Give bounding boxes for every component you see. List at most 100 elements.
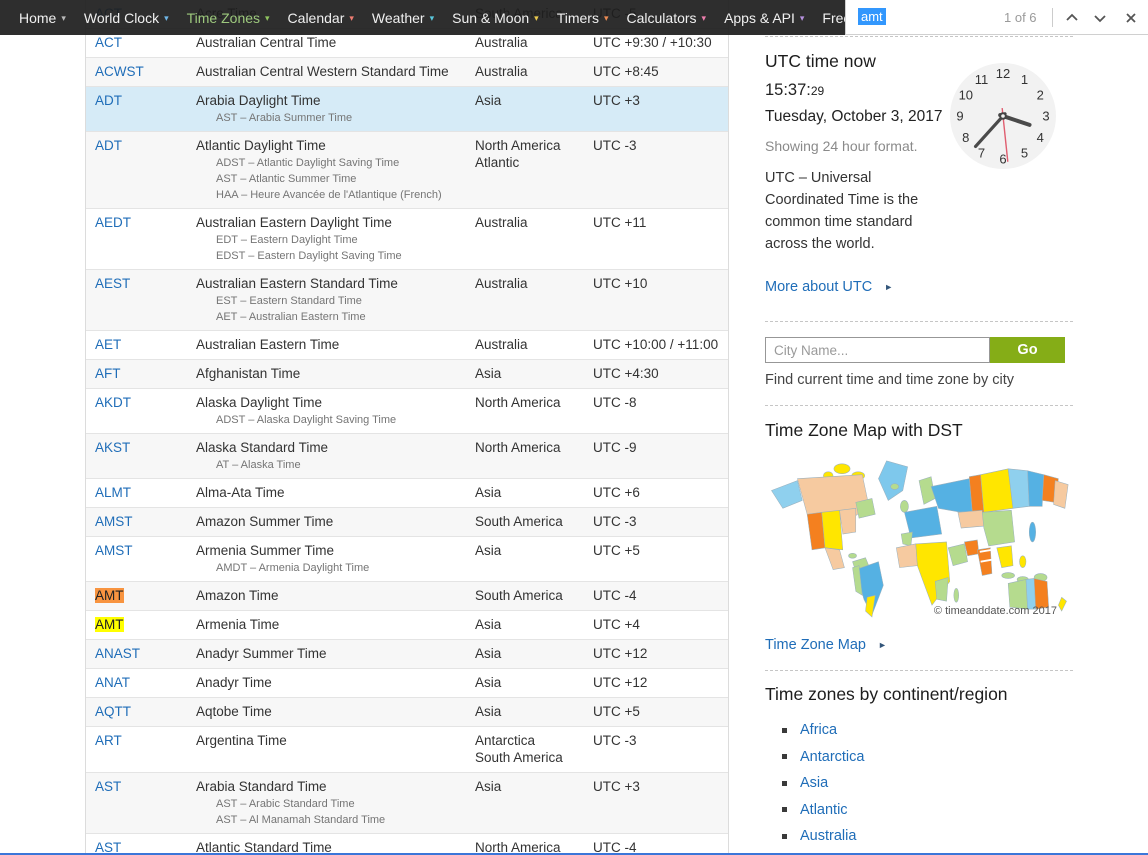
region-link-atlantic[interactable]: Atlantic — [800, 802, 848, 818]
tz-name: Amazon Summer Time — [196, 514, 334, 529]
table-row: ALMT Alma-Ata Time Asia UTC +6 — [86, 479, 728, 508]
bullet-icon — [782, 727, 787, 733]
tz-offset: UTC +12 — [593, 675, 648, 690]
region-link-asia[interactable]: Asia — [800, 775, 828, 791]
tz-abbr-cell: ACT — [86, 34, 196, 51]
region-link-antarctica[interactable]: Antarctica — [800, 749, 864, 765]
svg-text:4: 4 — [1037, 130, 1044, 145]
clock-center-pin — [999, 112, 1007, 120]
tz-abbr-link[interactable]: AKST — [95, 440, 130, 455]
nav-item-calendar[interactable]: Calendar ▾ — [279, 0, 363, 35]
tz-abbr-link[interactable]: ANAT — [95, 675, 130, 690]
go-button[interactable]: Go — [990, 337, 1065, 363]
tz-location: Asia — [475, 485, 502, 500]
tz-location: North America — [475, 395, 561, 410]
tz-alt-name: ADST – Alaska Daylight Saving Time — [216, 414, 397, 426]
find-previous-button[interactable] — [1064, 10, 1080, 26]
chevron-down-icon: ▾ — [701, 13, 707, 23]
find-next-button[interactable] — [1092, 10, 1108, 26]
arrow-right-icon: ► — [884, 282, 894, 292]
tz-offset-cell: UTC -3 — [593, 137, 728, 202]
time-hm: 15:37: — [765, 81, 811, 99]
tz-abbr-cell: AEST — [86, 275, 196, 324]
tz-abbr-link[interactable]: AKDT — [95, 395, 131, 410]
tz-name: Arabia Daylight Time — [196, 93, 321, 108]
tz-abbr-link[interactable]: AEST — [95, 276, 130, 291]
table-row: AMST Amazon Summer Time South America UTC -… — [86, 508, 728, 537]
nav-item-label: Home — [19, 9, 57, 26]
time-zone-map-image[interactable]: © timeanddate.com 2017 — [765, 451, 1073, 619]
tz-abbr-link[interactable]: AMT — [95, 617, 124, 632]
tz-abbr-link[interactable]: AQTT — [95, 704, 131, 719]
chevron-down-icon: ▾ — [799, 13, 805, 23]
tz-name: Australian Eastern Daylight Time — [196, 215, 392, 230]
tz-abbr-link[interactable]: AET — [95, 337, 121, 352]
find-close-button[interactable] — [1123, 10, 1139, 26]
tz-location-cell: Australia — [475, 63, 593, 80]
tz-offset: UTC -3 — [593, 514, 637, 529]
tz-abbr-link[interactable]: ADT — [95, 93, 122, 108]
nav-item-calculators[interactable]: Calculators ▾ — [618, 0, 716, 35]
find-query-input[interactable]: amt — [858, 8, 886, 25]
nav-item-sun-moon[interactable]: Sun & Moon ▾ — [443, 0, 548, 35]
tz-location-cell: Asia — [475, 92, 593, 125]
table-row: ART Argentina Time Antarctica South America… — [86, 727, 728, 773]
map-heading: Time Zone Map with DST — [765, 420, 963, 440]
tz-abbr-link[interactable]: AMST — [95, 514, 133, 529]
more-about-utc-link[interactable]: More about UTC ► — [765, 279, 1073, 295]
tz-abbr-link[interactable]: ART — [95, 733, 122, 748]
tz-alt-name: EDST – Eastern Daylight Saving Time — [216, 250, 402, 262]
tz-name-cell: Alaska Standard Time AT – Alaska Time — [196, 439, 475, 472]
tz-abbr-link[interactable]: ANAST — [95, 646, 140, 661]
tz-name-cell: Aqtobe Time — [196, 703, 475, 720]
close-icon — [1126, 13, 1136, 23]
city-name-input[interactable] — [765, 337, 990, 363]
tz-offset-cell: UTC +3 — [593, 92, 728, 125]
tz-name: Amazon Time — [196, 588, 279, 603]
nav-item-world-clock[interactable]: World Clock ▾ — [75, 0, 178, 35]
nav-item-time-zones[interactable]: Time Zones ▾ — [178, 0, 279, 35]
tz-abbr-link[interactable]: AEDT — [95, 215, 131, 230]
tz-alt-name: AST – Arabia Summer Time — [216, 112, 353, 124]
region-link-africa[interactable]: Africa — [800, 722, 837, 738]
tz-name-cell: Australian Eastern Time — [196, 336, 475, 353]
tz-offset-cell: UTC +11 — [593, 214, 728, 263]
find-separator — [1052, 8, 1053, 27]
nav-item-weather[interactable]: Weather ▾ — [363, 0, 443, 35]
chevron-up-icon — [1066, 13, 1078, 21]
tz-offset: UTC -8 — [593, 395, 637, 410]
table-row: AKST Alaska Standard Time AT – Alaska Time… — [86, 434, 728, 479]
table-row: AMST Armenia Summer Time AMDT – Armenia Da… — [86, 537, 728, 582]
tz-name: Australian Eastern Standard Time — [196, 276, 398, 291]
tz-abbr-link[interactable]: AFT — [95, 366, 121, 381]
tz-abbr-link[interactable]: AMT — [95, 588, 124, 603]
tz-offset: UTC +4 — [593, 617, 640, 632]
nav-item-timers[interactable]: Timers ▾ — [548, 0, 618, 35]
table-row: AKDT Alaska Daylight Time ADST – Alaska Da… — [86, 389, 728, 434]
tz-abbr-link[interactable]: AMST — [95, 543, 133, 558]
time-zone-map-link[interactable]: Time Zone Map ► — [765, 637, 1073, 653]
tz-name-cell: Australian Eastern Daylight Time EDT – Ea… — [196, 214, 475, 263]
tz-abbr-link[interactable]: ACT — [95, 35, 122, 50]
tz-location-cell: Antarctica South America — [475, 732, 593, 766]
region-link-australia[interactable]: Australia — [800, 828, 856, 844]
time-zone-map-label: Time Zone Map — [765, 637, 866, 653]
tz-offset: UTC -9 — [593, 440, 637, 455]
tz-alt-name: EDT – Eastern Daylight Time — [216, 234, 358, 246]
tz-name-cell: Argentina Time — [196, 732, 475, 766]
tz-abbr-link[interactable]: ADT — [95, 138, 122, 153]
tz-abbr-link[interactable]: ALMT — [95, 485, 131, 500]
nav-item-home[interactable]: Home ▾ — [10, 0, 75, 35]
table-row: AMT Amazon Time South America UTC -4 — [86, 582, 728, 611]
tz-table: ACTAcre TimeSouth AmericaUTC -5ACTAustra… — [85, 0, 729, 855]
tz-name: Argentina Time — [196, 733, 287, 748]
svg-text:12: 12 — [996, 66, 1010, 81]
nav-item-apps-api[interactable]: Apps & API ▾ — [715, 0, 813, 35]
tz-location: Australia — [475, 35, 528, 50]
tz-abbr-cell: AST — [86, 778, 196, 827]
tz-abbr-link[interactable]: AST — [95, 779, 121, 794]
tz-abbr-cell: AKDT — [86, 394, 196, 427]
tz-name: Anadyr Time — [196, 675, 272, 690]
tz-abbr-link[interactable]: ACWST — [95, 64, 144, 79]
utc-description-text: UTC – Universal Coordinated Time is the … — [765, 170, 919, 252]
